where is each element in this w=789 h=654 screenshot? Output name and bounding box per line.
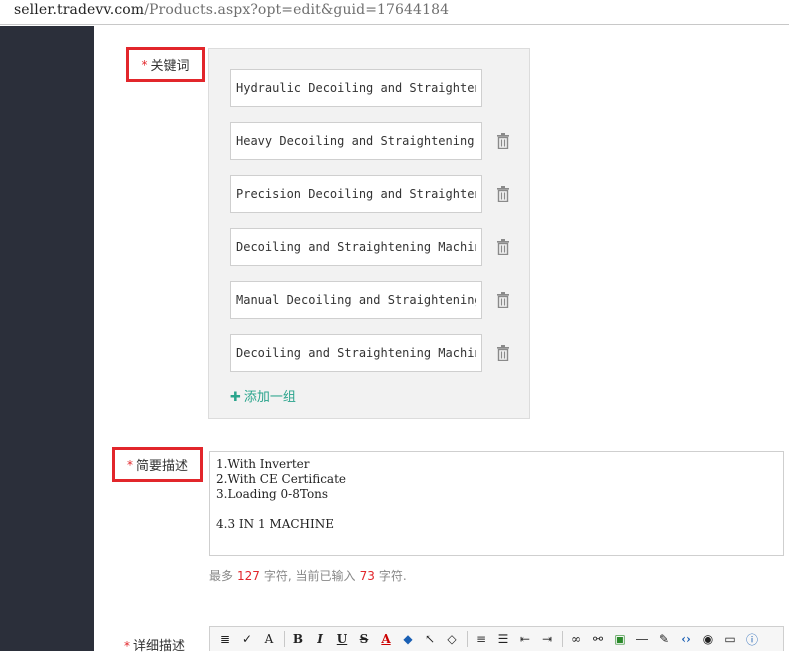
add-group-label: 添加一组 bbox=[243, 390, 296, 405]
italic-icon[interactable]: I bbox=[310, 630, 330, 648]
add-keyword-group-button[interactable]: ✚ 添加一组 bbox=[230, 386, 296, 405]
trash-icon[interactable] bbox=[496, 292, 510, 308]
horizontal-rule-icon[interactable]: ― bbox=[632, 630, 652, 648]
url-path: /Products.aspx?opt=edit&guid=17644184 bbox=[144, 2, 450, 18]
about-icon[interactable]: ⓘ bbox=[742, 630, 762, 648]
address-bar[interactable]: seller.tradevv.com/Products.aspx?opt=edi… bbox=[0, 0, 789, 25]
preview-icon[interactable]: ◉ bbox=[698, 630, 718, 648]
bold-icon[interactable]: B bbox=[288, 630, 308, 648]
keyword-input-2[interactable] bbox=[230, 122, 482, 160]
toolbar-separator bbox=[562, 631, 563, 647]
strikethrough-icon[interactable]: S bbox=[354, 630, 374, 648]
trash-icon[interactable] bbox=[496, 186, 510, 202]
format-icon[interactable]: ≣ bbox=[215, 630, 235, 648]
underline-icon[interactable]: U bbox=[332, 630, 352, 648]
current-chars: 73 bbox=[359, 569, 375, 583]
font-color-icon[interactable]: A bbox=[376, 630, 396, 648]
bullet-list-icon[interactable]: ☰ bbox=[493, 630, 513, 648]
max-chars: 127 bbox=[237, 569, 260, 583]
trash-icon[interactable] bbox=[496, 239, 510, 255]
fullscreen-icon[interactable]: ▭ bbox=[720, 630, 740, 648]
highlight-icon[interactable]: ◆ bbox=[398, 630, 418, 648]
select-icon[interactable]: ↖ bbox=[420, 630, 440, 648]
indent-icon[interactable]: ⇥ bbox=[537, 630, 557, 648]
keywords-label-text: 关键词 bbox=[150, 59, 190, 74]
keyword-input-6[interactable] bbox=[230, 334, 482, 372]
trash-icon[interactable] bbox=[496, 133, 510, 149]
keyword-input-4[interactable] bbox=[230, 228, 482, 266]
eraser-icon[interactable]: ◇ bbox=[442, 630, 462, 648]
spellcheck-icon[interactable]: ✓ bbox=[237, 630, 257, 648]
source-icon[interactable]: ‹› bbox=[676, 630, 696, 648]
detail-description-label: * 详细描述 bbox=[124, 635, 185, 654]
align-left-icon[interactable]: ≡ bbox=[471, 630, 491, 648]
outdent-icon[interactable]: ⇤ bbox=[515, 630, 535, 648]
image-icon[interactable]: ▣ bbox=[610, 630, 630, 648]
brief-description-label-text: 简要描述 bbox=[135, 459, 188, 474]
required-mark: * bbox=[126, 457, 133, 472]
edit-icon[interactable]: ✎ bbox=[654, 630, 674, 648]
url-text[interactable]: seller.tradevv.com/Products.aspx?opt=edi… bbox=[14, 2, 449, 18]
editor-toolbar: ≣ ✓ A B I U S A ◆ ↖ ◇ ≡ ☰ ⇤ ⇥ ∞ ⚯ ▣ ― ✎ ‹› ◉ ▭ ⓘ bbox=[209, 626, 784, 651]
keyword-input-5[interactable] bbox=[230, 281, 482, 319]
keyword-input-3[interactable] bbox=[230, 175, 482, 213]
counter-suffix: 字符. bbox=[378, 569, 407, 583]
counter-prefix: 最多 bbox=[209, 569, 234, 583]
char-counter: 最多 127 字符, 当前已输入 73 字符. bbox=[209, 567, 407, 584]
trash-icon[interactable] bbox=[496, 345, 510, 361]
toolbar-separator bbox=[467, 631, 468, 647]
keywords-label: * 关键词 bbox=[126, 47, 205, 82]
plus-icon: ✚ bbox=[230, 390, 241, 405]
detail-description-label-text: 详细描述 bbox=[133, 639, 186, 654]
unlink-icon[interactable]: ⚯ bbox=[588, 630, 608, 648]
brief-description-label: * 简要描述 bbox=[112, 447, 203, 482]
counter-mid: 字符, 当前已输入 bbox=[263, 569, 356, 583]
brief-description-textarea[interactable]: 1.With Inverter 2.With CE Certificate 3.… bbox=[209, 451, 784, 556]
toolbar-separator bbox=[284, 631, 285, 647]
link-icon[interactable]: ∞ bbox=[566, 630, 586, 648]
keyword-input-1[interactable] bbox=[230, 69, 482, 107]
required-mark: * bbox=[141, 57, 148, 72]
keywords-panel: ✚添加一组 bbox=[208, 48, 530, 419]
url-host: seller.tradevv.com bbox=[14, 2, 145, 18]
left-sidebar bbox=[0, 26, 94, 651]
find-replace-icon[interactable]: A bbox=[259, 630, 279, 648]
